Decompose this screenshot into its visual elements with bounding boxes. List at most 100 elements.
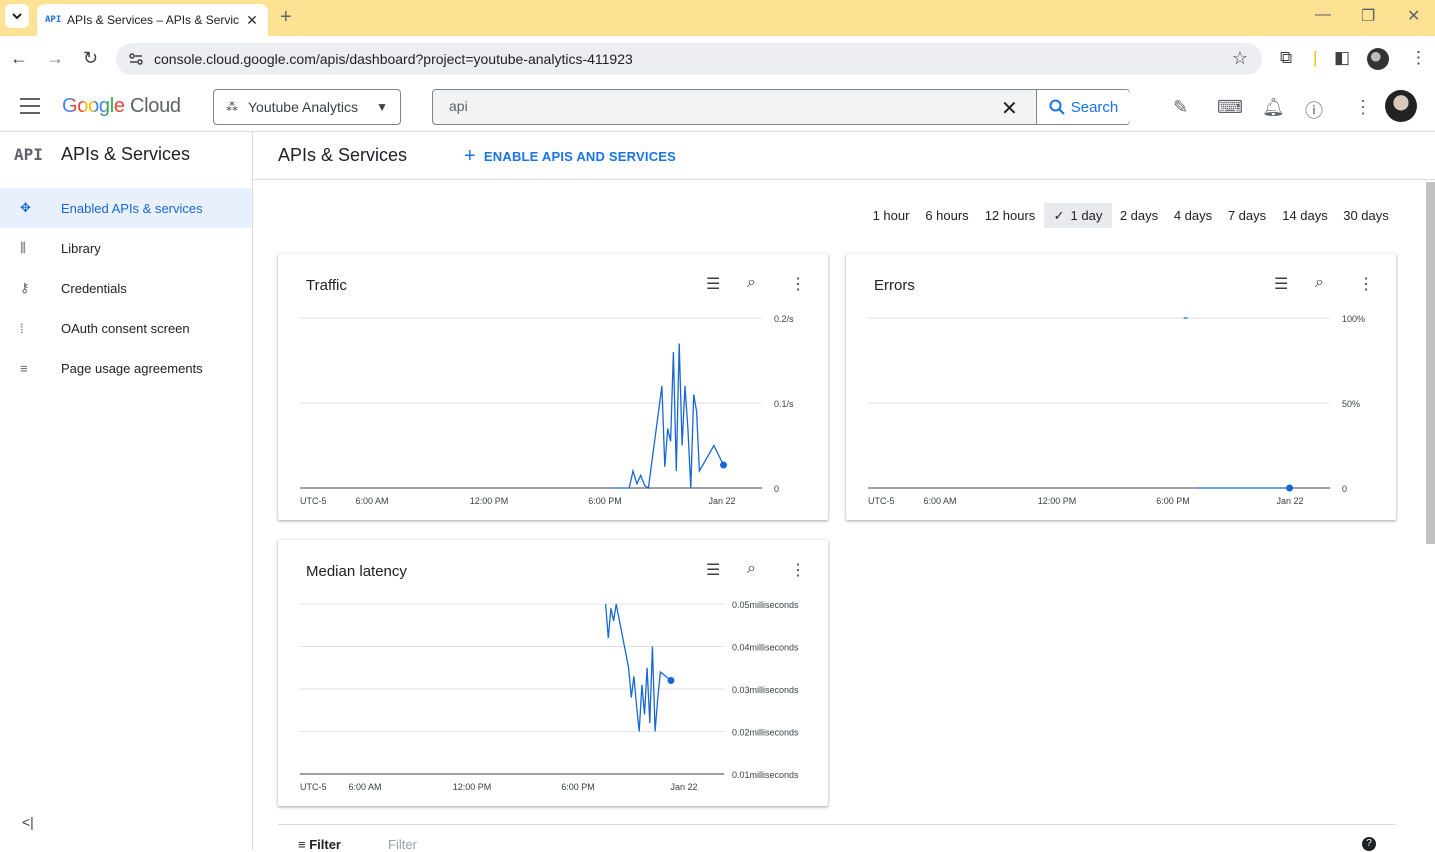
google-cloud-logo[interactable]: Google Cloud [62, 95, 181, 118]
series-line [604, 603, 672, 732]
range-12-hours[interactable]: 12 hours [980, 203, 1040, 228]
tab-title: APIs & Services – APIs & Servic [67, 13, 240, 27]
project-selector[interactable]: ⁂ Youtube Analytics ▼ [213, 89, 401, 125]
x-tick-label: 12:00 PM [1038, 496, 1077, 506]
vertical-scrollbar[interactable] [1426, 182, 1435, 544]
y-tick-label: 0 [1342, 484, 1347, 494]
clear-search-icon[interactable]: ✕ [1001, 96, 1018, 121]
errors-chart-card: Errors ☰ ⌕ ⋮ 0 50% 100% UTC-5 6:00 AM 12:00 P… [846, 254, 1396, 520]
minimize-icon[interactable]: — [1315, 6, 1331, 24]
project-icon: ⁂ [226, 100, 238, 114]
extensions-icon[interactable]: ⧉ [1280, 48, 1292, 68]
x-tick-label: 6:00 PM [1156, 496, 1190, 506]
sidebar-item-page-usage[interactable]: ≡ Page usage agreements [0, 348, 252, 388]
y-tick-label: 0.04milliseconds [732, 643, 799, 653]
x-tick-label: UTC-5 [300, 496, 327, 506]
reload-icon[interactable]: ↻ [83, 48, 98, 69]
sidebar-title: APIs & Services [61, 144, 191, 164]
more-vert-icon[interactable]: ⋮ [1354, 97, 1372, 118]
range-14-days[interactable]: 14 days [1278, 203, 1332, 228]
library-icon: ⫼ [20, 240, 26, 255]
enable-apis-button[interactable]: + ENABLE APIS AND SERVICES [464, 145, 676, 168]
side-panel-icon[interactable]: ◧ [1334, 48, 1350, 68]
y-tick-label: 0.02milliseconds [732, 728, 799, 738]
bookmark-star-icon[interactable]: ☆ [1232, 48, 1248, 69]
cloud-shell-icon[interactable]: ⌨ [1217, 97, 1243, 118]
search-button[interactable]: Search [1036, 90, 1130, 124]
oauth-icon: ⁞ [20, 320, 24, 336]
sidebar: API APIs & Services ✥ Enabled APIs & ser… [0, 132, 253, 850]
sidebar-item-credentials[interactable]: ⚷ Credentials [0, 268, 252, 308]
window-close-icon[interactable]: ✕ [1407, 6, 1420, 26]
y-tick-label: 0.03milliseconds [732, 685, 799, 695]
sidebar-item-library[interactable]: ⫼ Library [0, 228, 252, 268]
chrome-menu-icon[interactable]: ⋮ [1410, 48, 1427, 68]
x-tick-label: UTC-5 [300, 782, 327, 792]
x-tick-label: Jan 22 [670, 782, 697, 792]
latency-chart-card: Median latency ☰ ⌕ ⋮ 0.01milliseconds 0.0… [278, 540, 828, 806]
latency-chart: 0.01milliseconds 0.02milliseconds 0.03mill… [300, 600, 799, 792]
forward-arrow-icon[interactable]: → [46, 48, 64, 69]
sidebar-item-enabled-apis[interactable]: ✥ Enabled APIs & services [0, 188, 252, 228]
help-icon[interactable]: ⓘ [1305, 97, 1323, 123]
y-tick-label: 0.1/s [774, 399, 794, 409]
latest-point [1286, 484, 1294, 492]
browser-tab-strip: API APIs & Services – APIs & Servic ✕ + … [0, 0, 1435, 36]
x-tick-label: 6:00 PM [588, 496, 622, 506]
gemini-chat-icon[interactable]: ✎ [1173, 97, 1188, 118]
range-7-days[interactable]: 7 days [1224, 203, 1270, 228]
sidebar-item-label: OAuth consent screen [61, 320, 190, 336]
series-line [611, 343, 725, 490]
x-tick-label: 6:00 PM [561, 782, 595, 792]
collapse-sidebar-icon[interactable]: <| [22, 814, 34, 830]
range-1-day-label: 1 day [1070, 208, 1103, 223]
range-6-hours[interactable]: 6 hours [920, 203, 974, 228]
x-tick-label: 12:00 PM [470, 496, 509, 506]
page-title: APIs & Services [278, 145, 408, 165]
account-avatar[interactable] [1385, 90, 1417, 122]
x-tick-label: UTC-5 [868, 496, 895, 506]
y-tick-label: 50% [1342, 399, 1360, 409]
api-favicon-icon: API [45, 15, 62, 25]
errors-chart: 0 50% 100% UTC-5 6:00 AM 12:00 PM 6:00 PM Jan 2… [868, 314, 1365, 506]
notifications-bell-icon[interactable]: 🔔︎ [1262, 97, 1285, 118]
divider [253, 179, 1435, 180]
diamond-nodes-icon: ✥ [20, 200, 31, 215]
y-tick-label: 0.2/s [774, 314, 794, 324]
range-1-hour[interactable]: 1 hour [866, 203, 916, 228]
site-settings-icon[interactable] [128, 51, 144, 67]
enable-apis-label: ENABLE APIS AND SERVICES [483, 149, 677, 164]
address-bar[interactable]: console.cloud.google.com/apis/dashboard?… [116, 43, 1262, 75]
y-tick-label: 0.05milliseconds [732, 600, 799, 610]
y-tick-label: 100% [1342, 314, 1365, 324]
url-text: console.cloud.google.com/apis/dashboard?… [154, 51, 633, 67]
help-icon[interactable]: ? [1362, 837, 1376, 851]
x-tick-label: 6:00 AM [348, 782, 381, 792]
settings-list-icon: ≡ [20, 360, 28, 376]
sidebar-item-label: Page usage agreements [61, 360, 203, 376]
restore-icon[interactable]: ❐ [1361, 6, 1375, 26]
search-input[interactable] [449, 98, 989, 114]
browser-tab[interactable]: API APIs & Services – APIs & Servic ✕ [37, 4, 268, 36]
browser-profile-avatar[interactable] [1367, 48, 1389, 70]
logo-google: Google [62, 95, 125, 117]
tab-search-button[interactable] [5, 4, 29, 28]
range-2-days[interactable]: 2 days [1116, 203, 1162, 228]
sidebar-item-oauth[interactable]: ⁞ OAuth consent screen [0, 308, 252, 348]
hamburger-menu-icon[interactable] [20, 98, 40, 114]
console-header: Google Cloud ⁂ Youtube Analytics ▼ ✕ Sea… [0, 82, 1435, 132]
range-1-day[interactable]: ✓ 1 day [1044, 203, 1112, 228]
range-30-days[interactable]: 30 days [1339, 203, 1393, 228]
new-tab-icon[interactable]: + [280, 6, 292, 29]
back-arrow-icon[interactable]: ← [10, 48, 28, 69]
chevron-down-icon [12, 13, 22, 20]
toolbar-divider: | [1313, 48, 1318, 67]
filter-bar: ≡ Filter Filter ? [278, 824, 1396, 852]
latest-point [720, 461, 727, 469]
x-tick-label: Jan 22 [1276, 496, 1303, 506]
tab-close-icon[interactable]: ✕ [244, 12, 260, 29]
y-tick-label: 0.01milliseconds [732, 770, 799, 780]
range-4-days[interactable]: 4 days [1170, 203, 1216, 228]
sidebar-item-label: Library [61, 240, 101, 256]
browser-toolbar: ← → ↻ console.cloud.google.com/apis/dash… [0, 36, 1435, 82]
